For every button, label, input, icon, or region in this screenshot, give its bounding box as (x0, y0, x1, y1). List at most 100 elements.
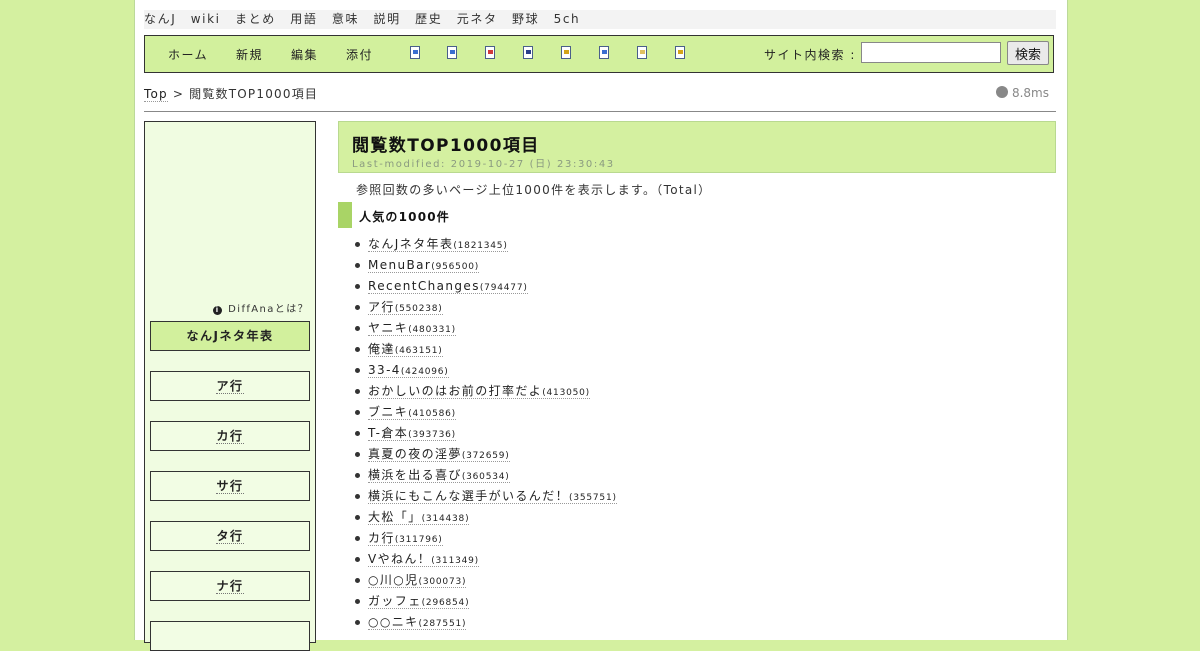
page-container: なんJ wiki まとめ 用語 意味 説明 歴史 元ネタ 野球 5ch ホーム … (134, 0, 1068, 651)
page-link[interactable]: 33-4(424096) (368, 363, 449, 378)
site-nav-item[interactable]: 説明 (374, 12, 401, 26)
view-count: (480331) (408, 325, 456, 335)
page-header: 閲覧数TOP1000項目 Last-modified: 2019-10-27 (… (338, 121, 1056, 173)
page-description: 参照回数の多いページ上位1000件を表示します。（Total） (356, 183, 712, 197)
sidebar-item-sa-row[interactable]: サ行 (150, 471, 310, 501)
divider (144, 111, 1056, 112)
page-link[interactable]: ○○ニキ(287551) (368, 615, 467, 630)
list-item: 横浜にもこんな選手がいるんだ！(355751) (355, 486, 617, 507)
view-count: (463151) (394, 346, 443, 356)
list-item: ヤニキ(480331) (355, 318, 617, 339)
diff-icon[interactable] (485, 46, 495, 59)
page-link[interactable]: なんJネタ年表(1821345) (368, 237, 508, 252)
view-count: (1821345) (453, 241, 508, 251)
sidebar-item-ka-row[interactable]: カ行 (150, 421, 310, 451)
search-label: サイト内検索 : (764, 48, 856, 62)
view-count: (296854) (421, 598, 470, 608)
site-nav-item[interactable]: まとめ (235, 12, 276, 26)
site-nav-item[interactable]: 意味 (332, 12, 359, 26)
breadcrumb-current: 閲覧数TOP1000項目 (189, 87, 319, 101)
attach-link[interactable]: 添付 (346, 46, 373, 63)
list-item: RecentChanges(794477) (355, 276, 617, 297)
view-count: (413050) (542, 388, 590, 398)
breadcrumb-separator: > (172, 87, 185, 101)
page-link[interactable]: おかしいのはお前の打率だよ(413050) (368, 384, 590, 399)
list-item: 33-4(424096) (355, 360, 617, 381)
breadcrumb-top-link[interactable]: Top (144, 87, 168, 102)
view-count: (550238) (394, 304, 443, 314)
sidebar-item-na-row[interactable]: ナ行 (150, 571, 310, 601)
site-nav-item[interactable]: 5ch (554, 12, 581, 26)
page-link[interactable]: Vやねん！(311349) (368, 552, 479, 567)
page-title: 閲覧数TOP1000項目 (352, 136, 540, 156)
site-nav-item[interactable]: なんJ (144, 12, 176, 26)
refresh-icon[interactable] (447, 46, 457, 59)
site-nav-item[interactable]: 用語 (290, 12, 317, 26)
lock-icon[interactable] (561, 46, 571, 59)
site-nav-item[interactable]: 元ネタ (457, 12, 498, 26)
list-item: カ行(311796) (355, 528, 617, 549)
list-item: ○川○児(300073) (355, 570, 617, 591)
page-link[interactable]: 横浜にもこんな選手がいるんだ！(355751) (368, 489, 617, 504)
search-input[interactable] (861, 42, 1001, 63)
sidebar-item-ta-row[interactable]: タ行 (150, 521, 310, 551)
page-link[interactable]: 横浜を出る喜び(360534) (368, 468, 510, 483)
page-link[interactable]: カ行(311796) (368, 531, 443, 546)
save-icon[interactable] (523, 46, 533, 59)
view-count: (424096) (400, 367, 449, 377)
view-count: (360534) (461, 472, 510, 482)
copy-icon[interactable] (599, 46, 609, 59)
list-item: T-倉本(393736) (355, 423, 617, 444)
list-item: なんJネタ年表(1821345) (355, 234, 617, 255)
list-item: 大松「」(314438) (355, 507, 617, 528)
site-nav-item[interactable]: wiki (191, 12, 221, 26)
breadcrumb: Top > 閲覧数TOP1000項目 (144, 85, 318, 102)
page-link[interactable]: T-倉本(393736) (368, 426, 456, 441)
site-nav-item[interactable]: 歴史 (415, 12, 442, 26)
list-item: Vやねん！(311349) (355, 549, 617, 570)
page-link[interactable]: ガッフェ(296854) (368, 594, 470, 609)
search-button[interactable]: 検索 (1007, 41, 1049, 65)
new-page-link[interactable]: 新規 (236, 46, 263, 63)
page-link[interactable]: RecentChanges(794477) (368, 279, 528, 294)
page-icon[interactable] (410, 46, 420, 59)
render-timing-value: 8.8ms (1011, 86, 1049, 100)
render-timing: 8.8ms (995, 86, 1049, 100)
view-count: (311796) (394, 535, 443, 545)
page-link[interactable]: 大松「」(314438) (368, 510, 470, 525)
section-title: 人気の1000件 (359, 210, 450, 224)
view-count: (314438) (421, 514, 470, 524)
diffana-link[interactable]: i DiffAnaとは？ (213, 300, 309, 315)
list-icon[interactable] (637, 46, 647, 59)
list-item: ア行(550238) (355, 297, 617, 318)
list-item: 横浜を出る喜び(360534) (355, 465, 617, 486)
list-item: ブニキ(410586) (355, 402, 617, 423)
page-link[interactable]: ブニキ(410586) (368, 405, 456, 420)
page-link[interactable]: 俺達(463151) (368, 342, 443, 357)
help-icon[interactable] (675, 46, 685, 59)
list-item: MenuBar(956500) (355, 255, 617, 276)
view-count: (393736) (408, 430, 456, 440)
site-nav-item[interactable]: 野球 (512, 12, 539, 26)
view-count: (372659) (461, 451, 510, 461)
list-item: ガッフェ(296854) (355, 591, 617, 612)
page-link[interactable]: MenuBar(956500) (368, 258, 480, 273)
edit-link[interactable]: 編集 (291, 46, 318, 63)
last-modified: Last-modified: 2019-10-27 (日) 23:30:43 (352, 159, 615, 170)
page-link[interactable]: ヤニキ(480331) (368, 321, 456, 336)
home-link[interactable]: ホーム (168, 46, 208, 63)
toolbar: ホーム 新規 編集 添付 サイト内検索 : 検索 (144, 35, 1054, 73)
section-marker (338, 202, 352, 228)
sidebar-item-a-row[interactable]: ア行 (150, 371, 310, 401)
sidebar-item-partial[interactable] (150, 621, 310, 651)
list-item: おかしいのはお前の打率だよ(413050) (355, 381, 617, 402)
page-link[interactable]: ア行(550238) (368, 300, 443, 315)
view-count: (410586) (408, 409, 456, 419)
speedometer-icon (995, 86, 1008, 98)
list-item: 真夏の夜の淫夢(372659) (355, 444, 617, 465)
view-count: (794477) (479, 283, 528, 293)
page-link[interactable]: ○川○児(300073) (368, 573, 467, 588)
sidebar-item-nenpyo[interactable]: なんJネタ年表 (150, 321, 310, 351)
view-count: (311349) (431, 556, 479, 566)
page-link[interactable]: 真夏の夜の淫夢(372659) (368, 447, 510, 462)
